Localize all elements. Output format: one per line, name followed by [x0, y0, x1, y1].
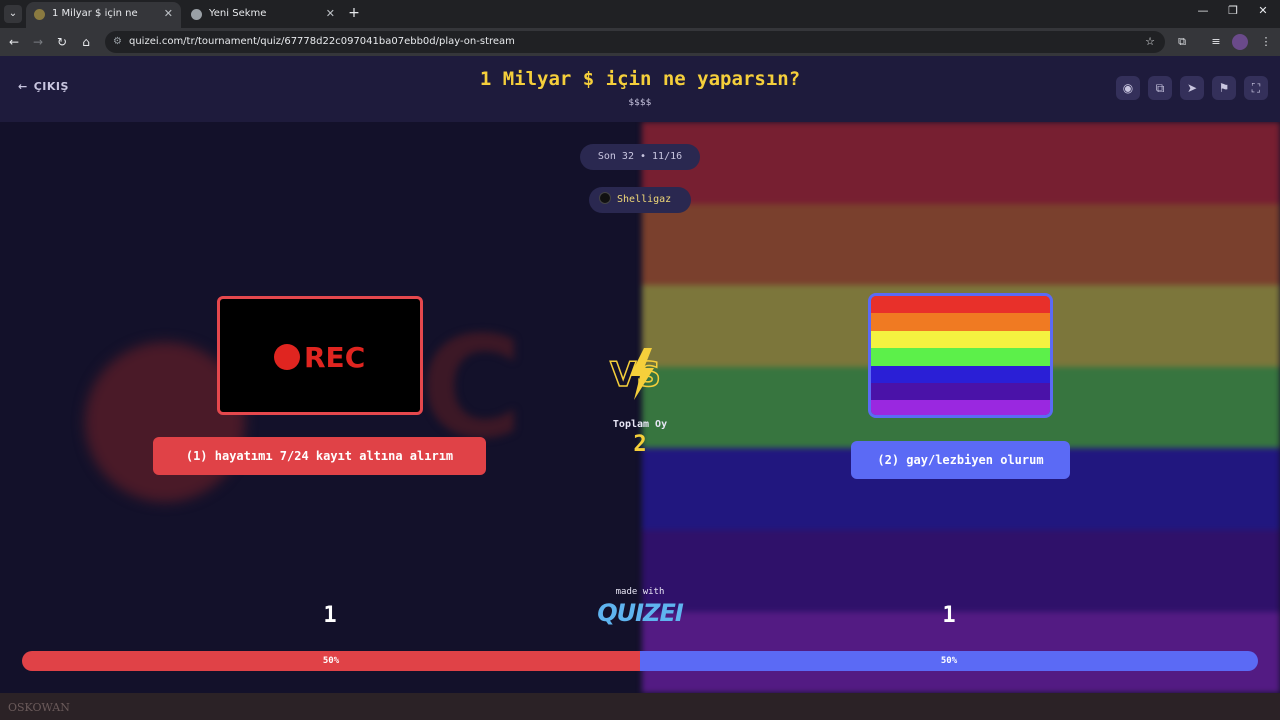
streamer-name: Shelligaz [617, 194, 672, 205]
avatar [599, 192, 611, 204]
background-stripe [642, 529, 1280, 612]
eye-icon[interactable]: ◉ [1116, 76, 1140, 100]
restore-button[interactable]: ❐ [1218, 4, 1248, 17]
flag-stripe [871, 400, 1050, 415]
vote-progress-bar: 50% 50% [22, 651, 1258, 671]
flag-stripe [871, 382, 1050, 401]
made-with-label: made with [615, 587, 665, 597]
flag-stripe [871, 348, 1050, 366]
reload-icon[interactable]: ↻ [53, 33, 71, 51]
site-info-icon[interactable]: ⚙ [113, 31, 122, 53]
close-tab-icon[interactable]: ✕ [164, 2, 173, 26]
rec-graphic: REC [274, 341, 365, 374]
chrome-icon [191, 9, 202, 20]
flag-stripe [871, 313, 1050, 331]
tab-title: Yeni Sekme [209, 8, 267, 19]
favicon-icon [34, 9, 45, 20]
flag-stripe [871, 330, 1050, 349]
left-progress: 50% [22, 651, 640, 671]
watermark-text: OSKOWAN [8, 701, 70, 714]
background-stripe [642, 122, 1280, 204]
fullscreen-icon[interactable]: ⛶ [1244, 76, 1268, 100]
menu-icon[interactable]: ⋮ [1258, 34, 1274, 50]
minimize-button[interactable]: — [1188, 4, 1218, 17]
address-bar[interactable]: ⚙ quizei.com/tr/tournament/quiz/67778d22… [105, 31, 1165, 53]
profile-avatar[interactable] [1232, 34, 1248, 50]
close-window-button[interactable]: ✕ [1248, 4, 1278, 17]
choice-left-button[interactable]: (1) hayatımı 7/24 kayıt altına alırım [153, 437, 486, 475]
left-vote-count: 1 [323, 603, 337, 628]
quiz-title: 1 Milyar $ için ne yaparsın? [479, 68, 801, 90]
url-text: quizei.com/tr/tournament/quiz/67778d22c0… [129, 36, 515, 47]
taskbar-strip: OSKOWAN [0, 693, 1280, 720]
tab-bar: ⌄ 1 Milyar $ için ne yaparsın? - Ta ✕ Ye… [0, 0, 1280, 43]
browser-toolbar: ← → ↻ ⌂ ⚙ quizei.com/tr/tournament/quiz/… [0, 28, 1280, 56]
choice-right-image[interactable] [868, 293, 1053, 418]
quiz-header: ← ÇIKIŞ 1 Milyar $ için ne yaparsın? $$$$… [0, 56, 1280, 122]
media-icon[interactable]: ≡ [1208, 34, 1224, 50]
quiz-subtitle: $$$$ [628, 98, 652, 108]
flag-stripe [871, 296, 1050, 314]
quiz-app: C ← ÇIKIŞ 1 Milyar $ için ne yaparsın? $$… [0, 56, 1280, 693]
versus-icon: VS [609, 348, 662, 400]
background-stripe [642, 203, 1280, 286]
home-icon[interactable]: ⌂ [77, 33, 95, 51]
tab-inactive[interactable]: Yeni Sekme ✕ [183, 2, 343, 28]
flag-icon[interactable]: ⚑ [1212, 76, 1236, 100]
share-icon[interactable]: ⧉ [1148, 76, 1172, 100]
record-dot-icon [274, 344, 300, 370]
choice-left-image[interactable]: REC [217, 296, 423, 415]
rec-text: REC [304, 341, 366, 374]
right-vote-count: 1 [942, 603, 956, 628]
streamer-badge: Shelligaz [589, 187, 691, 213]
send-icon[interactable]: ➤ [1180, 76, 1204, 100]
extensions-icon[interactable]: ⧉ [1174, 34, 1190, 50]
bookmark-star-icon[interactable]: ☆ [1145, 31, 1155, 53]
forward-icon[interactable]: → [29, 33, 47, 51]
tab-search-button[interactable]: ⌄ [4, 5, 22, 23]
quizei-logo[interactable]: QUIZEI [590, 599, 690, 627]
flag-stripe [871, 365, 1050, 383]
new-tab-button[interactable]: + [346, 5, 362, 21]
right-progress: 50% [640, 651, 1258, 671]
close-tab-icon[interactable]: ✕ [326, 2, 335, 26]
total-votes-label: Toplam Oy [612, 419, 668, 430]
tab-active[interactable]: 1 Milyar $ için ne yaparsın? - Ta ✕ [26, 2, 181, 43]
total-votes-value: 2 [633, 432, 647, 457]
back-icon[interactable]: ← [5, 33, 23, 51]
round-indicator: Son 32 • 11/16 [580, 144, 700, 170]
choice-right-button[interactable]: (2) gay/lezbiyen olurum [851, 441, 1070, 479]
